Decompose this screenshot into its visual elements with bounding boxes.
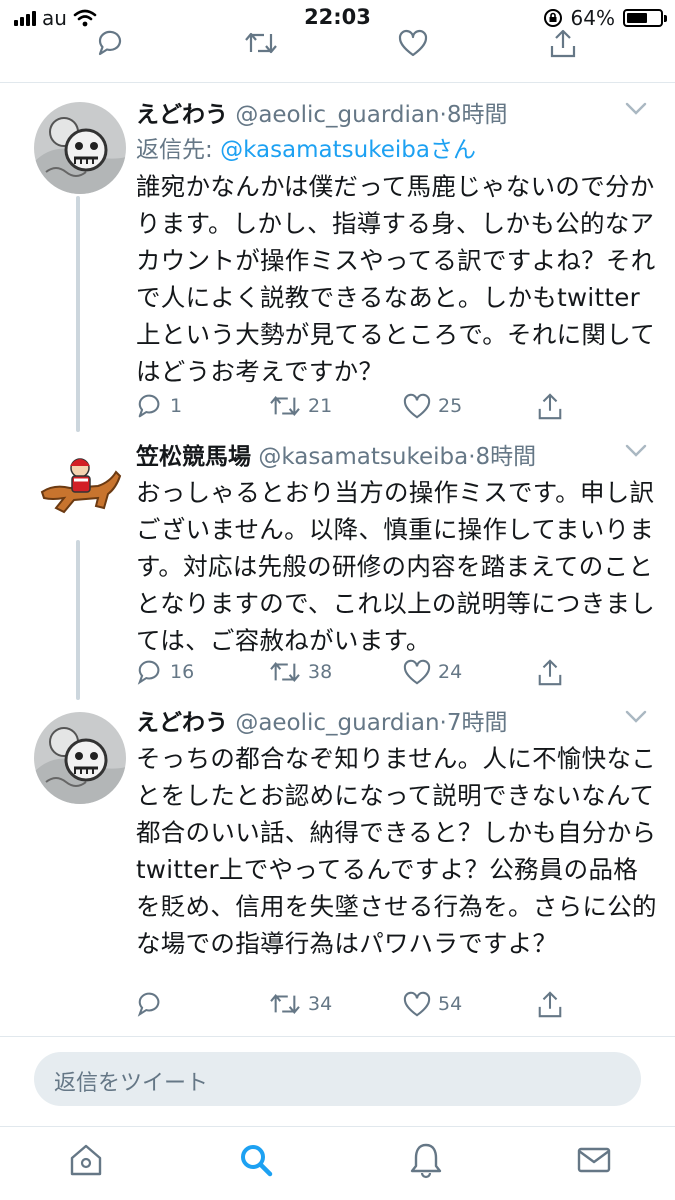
like-icon[interactable]: [397, 28, 429, 58]
handle[interactable]: @kasamatsukeiba: [258, 444, 468, 470]
reply-icon: [137, 660, 160, 685]
tweet-header: えどわう @aeolic_guardian·7時間: [136, 708, 657, 738]
divider: [0, 82, 675, 83]
tweet-actions: 1 21 25: [136, 392, 606, 424]
share-icon: [538, 991, 562, 1018]
separator-dot: ·: [439, 102, 447, 128]
status-right: 64%: [543, 6, 667, 30]
reply-button[interactable]: 1: [136, 392, 182, 420]
reply-icon: [138, 394, 160, 418]
reply-to-label: 返信先:: [136, 137, 213, 163]
tweet[interactable]: 笠松競馬場 @kasamatsukeiba·8時間 おっしゃるとおり当方の操作ミ…: [0, 438, 675, 708]
handle[interactable]: @aeolic_guardian: [235, 102, 439, 128]
tweet-header: 笠松競馬場 @kasamatsukeiba·8時間: [136, 442, 657, 472]
tweet[interactable]: えどわう @aeolic_guardian·8時間 返信先: @kasamats…: [0, 96, 675, 436]
handle[interactable]: @aeolic_guardian: [235, 710, 439, 736]
tweet-header: えどわう @aeolic_guardian·8時間: [136, 100, 657, 130]
reply-icon[interactable]: [96, 28, 126, 58]
home-icon[interactable]: [66, 1140, 106, 1180]
retweet-icon: [270, 661, 300, 683]
reply-button[interactable]: [136, 990, 170, 1018]
like-button[interactable]: 24: [402, 658, 462, 686]
retweet-icon: [270, 993, 300, 1015]
reply-button[interactable]: 16: [136, 658, 194, 686]
retweet-count: 38: [308, 661, 333, 683]
display-name[interactable]: 笠松競馬場: [136, 444, 251, 470]
tweet-text: 誰宛かなんかは僕だって馬鹿じゃないので分かります。しかし、指導する身、しかも公的…: [136, 172, 656, 386]
reply-count: 1: [170, 395, 183, 417]
divider: [0, 1126, 675, 1127]
tweet-actions: 34 54: [136, 990, 606, 1022]
retweet-button[interactable]: 21: [268, 392, 332, 420]
separator-dot: ·: [439, 710, 447, 736]
like-button[interactable]: 54: [402, 990, 462, 1018]
messages-icon[interactable]: [574, 1140, 614, 1180]
tweet-text: おっしゃるとおり当方の操作ミスです。申し訳ございません。以降、慎重に操作してまい…: [136, 478, 656, 655]
compose-placeholder: 返信をツイート: [54, 1071, 209, 1096]
reply-compose-input[interactable]: 返信をツイート: [34, 1052, 641, 1106]
chevron-down-icon[interactable]: [625, 102, 647, 116]
retweet-button[interactable]: 38: [268, 658, 332, 686]
retweet-count: 34: [308, 993, 333, 1015]
timestamp[interactable]: 8時間: [476, 444, 537, 470]
display-name[interactable]: えどわう: [136, 710, 228, 736]
share-icon: [538, 659, 562, 686]
like-count: 25: [438, 395, 463, 417]
chevron-down-icon[interactable]: [625, 444, 647, 458]
reply-count: 16: [170, 661, 195, 683]
retweet-icon[interactable]: [243, 28, 279, 58]
reply-icon: [137, 992, 160, 1017]
share-button[interactable]: [536, 392, 564, 422]
share-button[interactable]: [536, 990, 564, 1020]
retweet-count: 21: [308, 395, 333, 417]
avatar[interactable]: [34, 712, 126, 804]
avatar[interactable]: [34, 102, 126, 194]
tweet-text: そっちの都合なぞ知りません。人に不愉快なことをしたとお認めになって説明できないな…: [136, 744, 657, 958]
divider: [0, 1036, 675, 1037]
tweet-actions: 16 38 24: [136, 658, 606, 690]
like-icon: [403, 659, 431, 685]
battery-percent: 64%: [570, 6, 615, 30]
rotation-lock-icon: [543, 9, 562, 27]
like-count: 24: [438, 661, 463, 683]
like-icon: [403, 991, 431, 1017]
like-button[interactable]: 25: [402, 392, 462, 420]
share-button[interactable]: [536, 658, 564, 688]
share-icon: [538, 393, 562, 420]
like-icon: [403, 393, 431, 419]
timestamp[interactable]: 8時間: [447, 102, 508, 128]
reply-to-user-link[interactable]: @kasamatsukeibaさん: [220, 137, 476, 163]
share-icon[interactable]: [548, 28, 578, 60]
timestamp[interactable]: 7時間: [447, 710, 508, 736]
separator-dot: ·: [468, 444, 476, 470]
avatar[interactable]: [34, 442, 126, 534]
notifications-icon[interactable]: [406, 1140, 446, 1180]
retweet-button[interactable]: 34: [268, 990, 332, 1018]
like-count: 54: [438, 993, 463, 1015]
display-name[interactable]: えどわう: [136, 102, 228, 128]
search-icon[interactable]: [236, 1140, 276, 1180]
battery-icon: [623, 9, 667, 27]
previous-tweet-actions: [0, 28, 675, 68]
tweet[interactable]: えどわう @aeolic_guardian·7時間 そっちの都合なぞ知りません。…: [0, 704, 675, 1034]
reply-context: 返信先: @kasamatsukeibaさん: [136, 134, 657, 166]
retweet-icon: [270, 395, 300, 417]
chevron-down-icon[interactable]: [625, 710, 647, 724]
tab-bar: [0, 1128, 675, 1200]
